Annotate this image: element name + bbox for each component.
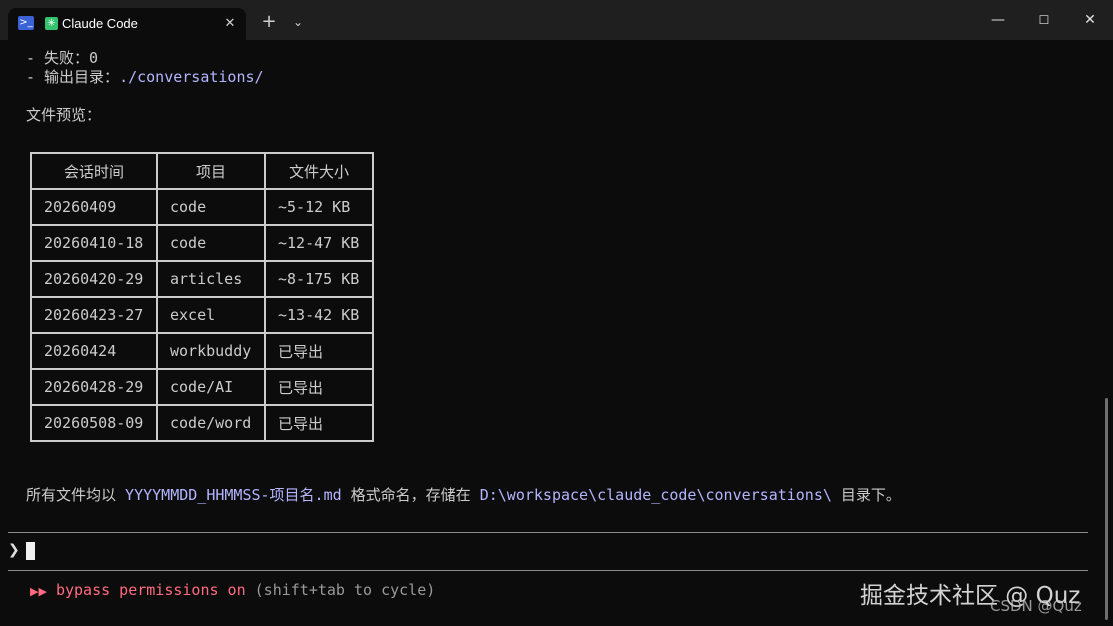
- prompt-top-divider: [8, 532, 1088, 533]
- table-row: 20260409 code ~5-12 KB: [30, 188, 374, 226]
- cell-project: articles: [156, 260, 266, 298]
- table-row: 20260428-29 code/AI 已导出: [30, 368, 374, 406]
- table-header-row: 会话时间 项目 文件大小: [30, 152, 374, 190]
- summary-prefix: 所有文件均以: [26, 486, 126, 504]
- header-session-time: 会话时间: [30, 152, 158, 190]
- cell-file-size: 已导出: [264, 332, 374, 370]
- preview-heading: 文件预览：: [26, 106, 102, 124]
- cell-project: excel: [156, 296, 266, 334]
- prompt-chevron-icon: ❯: [8, 542, 20, 558]
- cell-file-size: 已导出: [264, 404, 374, 442]
- table-row: 20260420-29 articles ~8-175 KB: [30, 260, 374, 298]
- tab-title: Claude Code: [62, 16, 138, 31]
- summary-pattern: YYYYMMDD_HHMMSS-项目名.md: [125, 486, 342, 504]
- cell-session-time: 20260423-27: [30, 296, 158, 334]
- failed-count-line: - 失败：0: [26, 49, 99, 67]
- cell-project: code/AI: [156, 368, 266, 406]
- minimize-icon[interactable]: —: [975, 6, 1021, 34]
- tab-claude-code[interactable]: >_ ✳ Claude Code ✕: [8, 8, 246, 40]
- summary-middle: 格式命名，存储在: [341, 486, 480, 504]
- cell-project: code: [156, 224, 266, 262]
- text-cursor[interactable]: [26, 542, 35, 560]
- table-row: 20260508-09 code/word 已导出: [30, 404, 374, 442]
- cell-file-size: ~13-42 KB: [264, 296, 374, 334]
- cell-session-time: 20260409: [30, 188, 158, 226]
- claude-asterisk-icon: ✳: [45, 17, 58, 30]
- cell-session-time: 20260424: [30, 332, 158, 370]
- cell-file-size: ~12-47 KB: [264, 224, 374, 262]
- permission-status: ▶▶ bypass permissions on (shift+tab to c…: [30, 580, 435, 602]
- chevron-down-icon[interactable]: ⌄: [289, 10, 307, 34]
- file-preview-table: 会话时间 项目 文件大小 20260409 code ~5-12 KB 2026…: [30, 152, 374, 442]
- maximize-icon[interactable]: ☐: [1021, 6, 1067, 34]
- cycle-hint: (shift+tab to cycle): [245, 581, 436, 599]
- title-bar: >_ ✳ Claude Code ✕ + ⌄ — ☐ ✕: [0, 0, 1113, 40]
- window-close-icon[interactable]: ✕: [1067, 6, 1113, 34]
- header-project: 项目: [156, 152, 266, 190]
- prompt-bottom-divider: [8, 570, 1088, 571]
- cell-project: code: [156, 188, 266, 226]
- table-row: 20260410-18 code ~12-47 KB: [30, 224, 374, 262]
- summary-path: D:\workspace\claude_code\conversations\: [479, 486, 832, 504]
- fast-forward-icon: ▶▶: [30, 585, 47, 598]
- header-file-size: 文件大小: [264, 152, 374, 190]
- table-row: 20260424 workbuddy 已导出: [30, 332, 374, 370]
- cell-project: code/word: [156, 404, 266, 442]
- watermark-csdn: CSDN @Quz: [990, 597, 1082, 615]
- summary-suffix: 目录下。: [831, 486, 901, 504]
- close-icon[interactable]: ✕: [220, 14, 240, 34]
- plus-icon[interactable]: +: [258, 10, 280, 34]
- summary-line: 所有文件均以 YYYYMMDD_HHMMSS-项目名.md 格式命名，存储在 D…: [26, 485, 901, 505]
- cell-file-size: ~8-175 KB: [264, 260, 374, 298]
- cell-session-time: 20260428-29: [30, 368, 158, 406]
- cell-file-size: ~5-12 KB: [264, 188, 374, 226]
- cell-session-time: 20260508-09: [30, 404, 158, 442]
- cell-session-time: 20260420-29: [30, 260, 158, 298]
- cell-file-size: 已导出: [264, 368, 374, 406]
- powershell-icon: >_: [18, 16, 34, 30]
- cell-session-time: 20260410-18: [30, 224, 158, 262]
- output-dir-line: - 输出目录：./conversations/: [26, 67, 264, 87]
- output-dir-path: ./conversations/: [119, 68, 264, 86]
- scrollbar[interactable]: [1105, 398, 1108, 620]
- output-dir-label: - 输出目录：: [26, 68, 120, 86]
- cell-project: workbuddy: [156, 332, 266, 370]
- table-row: 20260423-27 excel ~13-42 KB: [30, 296, 374, 334]
- permission-mode-label: bypass permissions on: [55, 581, 246, 599]
